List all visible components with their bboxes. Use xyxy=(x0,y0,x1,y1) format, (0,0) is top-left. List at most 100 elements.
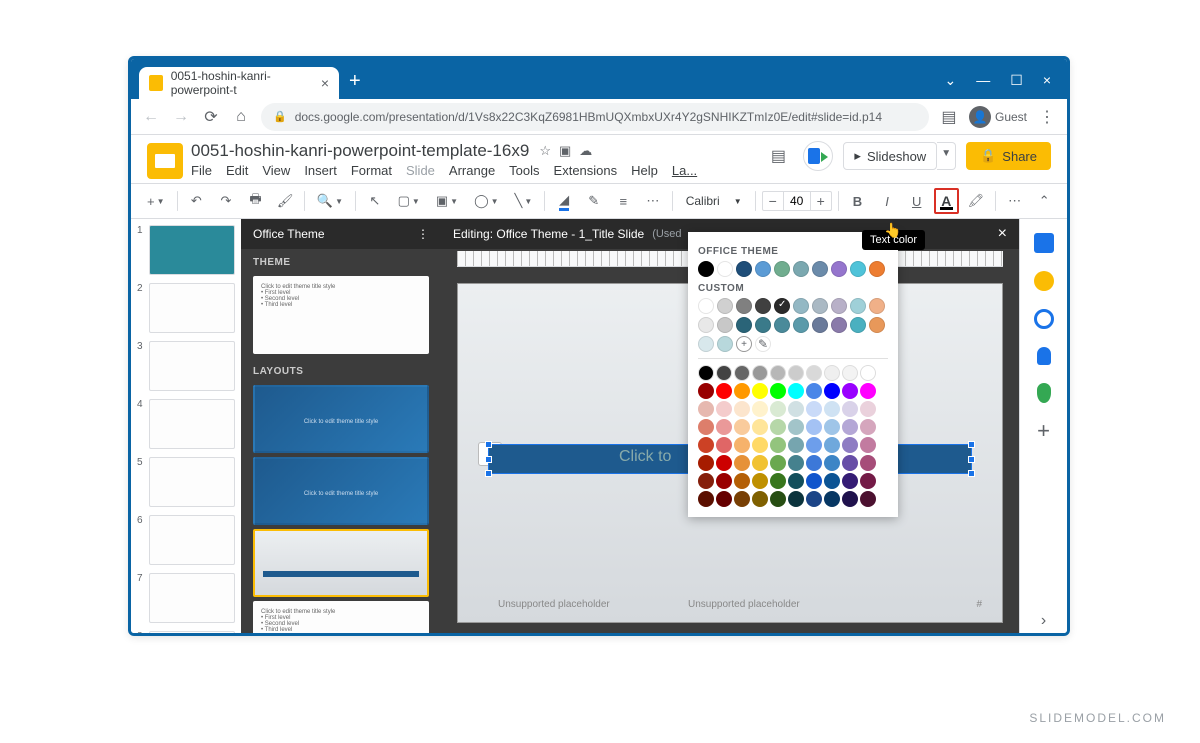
color-swatch[interactable] xyxy=(698,401,714,417)
color-swatch[interactable] xyxy=(698,261,714,277)
add-custom-color-button[interactable]: + xyxy=(736,336,752,352)
keep-addon-icon[interactable] xyxy=(1034,271,1054,291)
text-color-button[interactable]: A xyxy=(934,188,960,214)
color-swatch[interactable] xyxy=(698,298,714,314)
color-swatch[interactable] xyxy=(774,317,790,333)
color-swatch[interactable] xyxy=(842,491,858,507)
color-swatch[interactable] xyxy=(806,419,822,435)
italic-button[interactable]: I xyxy=(874,188,900,214)
color-swatch[interactable] xyxy=(717,261,733,277)
color-swatch[interactable] xyxy=(716,365,732,381)
hide-sidepanel-button[interactable]: › xyxy=(1034,611,1054,631)
cloud-status-icon[interactable]: ☁ xyxy=(579,143,592,159)
select-tool[interactable]: ↖ xyxy=(362,188,388,214)
color-swatch[interactable] xyxy=(770,437,786,453)
color-swatch[interactable] xyxy=(788,491,804,507)
theme-master-thumb[interactable]: Click to edit theme title style • First … xyxy=(253,276,429,354)
color-swatch[interactable] xyxy=(698,336,714,352)
color-swatch[interactable] xyxy=(752,383,768,399)
reload-button[interactable]: ⟳ xyxy=(201,107,221,127)
color-swatch[interactable] xyxy=(752,401,768,417)
minimize-icon[interactable]: — xyxy=(976,72,990,89)
color-swatch[interactable] xyxy=(812,298,828,314)
color-swatch[interactable] xyxy=(842,383,858,399)
redo-button[interactable]: ↷ xyxy=(213,188,239,214)
comment-history-icon[interactable]: ▤ xyxy=(763,141,793,171)
menu-arrange[interactable]: Arrange xyxy=(449,163,495,178)
border-weight-button[interactable]: ≡ xyxy=(611,188,637,214)
color-swatch[interactable] xyxy=(806,455,822,471)
menu-file[interactable]: File xyxy=(191,163,212,178)
color-swatch[interactable] xyxy=(812,261,828,277)
font-size-value[interactable]: 40 xyxy=(783,192,811,210)
color-swatch[interactable] xyxy=(788,437,804,453)
layout-thumb-selected[interactable] xyxy=(253,529,429,597)
color-swatch[interactable] xyxy=(824,473,840,489)
color-swatch[interactable] xyxy=(860,455,876,471)
color-swatch[interactable] xyxy=(734,437,750,453)
color-swatch[interactable] xyxy=(860,401,876,417)
color-swatch[interactable] xyxy=(850,298,866,314)
font-family-select[interactable]: Calibri ▼ xyxy=(679,191,749,211)
more-options-button[interactable]: ⋯ xyxy=(1002,188,1028,214)
color-swatch[interactable] xyxy=(788,473,804,489)
document-title[interactable]: 0051-hoshin-kanri-powerpoint-template-16… xyxy=(191,141,529,161)
color-swatch[interactable] xyxy=(770,419,786,435)
color-swatch[interactable] xyxy=(698,383,714,399)
color-swatch[interactable] xyxy=(788,419,804,435)
color-swatch[interactable] xyxy=(698,419,714,435)
color-swatch[interactable] xyxy=(734,491,750,507)
color-swatch[interactable] xyxy=(824,419,840,435)
star-icon[interactable]: ☆ xyxy=(539,143,551,159)
underline-button[interactable]: U xyxy=(904,188,930,214)
color-swatch[interactable] xyxy=(831,261,847,277)
color-swatch[interactable] xyxy=(716,473,732,489)
color-swatch[interactable] xyxy=(806,401,822,417)
color-swatch[interactable] xyxy=(698,455,714,471)
border-color-button[interactable]: ✎ xyxy=(581,188,607,214)
slide-thumbnail[interactable] xyxy=(149,225,235,275)
color-swatch[interactable] xyxy=(716,491,732,507)
new-tab-button[interactable]: + xyxy=(349,70,361,93)
color-swatch[interactable] xyxy=(869,261,885,277)
slides-logo-icon[interactable] xyxy=(147,143,183,179)
color-swatch[interactable] xyxy=(734,401,750,417)
color-swatch[interactable] xyxy=(806,491,822,507)
tasks-addon-icon[interactable] xyxy=(1034,309,1054,329)
move-icon[interactable]: ▣ xyxy=(559,143,571,159)
slide-thumbnail[interactable] xyxy=(149,631,235,636)
color-swatch[interactable] xyxy=(788,401,804,417)
font-size-increase[interactable]: + xyxy=(811,193,831,209)
browser-tab[interactable]: 0051-hoshin-kanri-powerpoint-t × xyxy=(139,67,339,99)
border-dash-button[interactable]: ⋯ xyxy=(640,188,666,214)
menu-help[interactable]: Help xyxy=(631,163,658,178)
color-swatch[interactable] xyxy=(734,365,750,381)
color-swatch[interactable] xyxy=(824,401,840,417)
fill-color-button[interactable]: ◢ xyxy=(551,188,577,214)
color-swatch[interactable] xyxy=(752,491,768,507)
color-swatch[interactable] xyxy=(842,365,858,381)
theme-options-icon[interactable]: ⋮ xyxy=(417,227,429,241)
undo-button[interactable]: ↶ xyxy=(184,188,210,214)
color-swatch[interactable] xyxy=(698,473,714,489)
color-swatch[interactable] xyxy=(734,455,750,471)
color-swatch[interactable] xyxy=(788,455,804,471)
color-swatch[interactable] xyxy=(717,317,733,333)
slideshow-dropdown[interactable]: ▼ xyxy=(937,142,956,170)
color-swatch[interactable] xyxy=(698,365,714,381)
color-swatch[interactable] xyxy=(774,261,790,277)
color-swatch[interactable] xyxy=(860,491,876,507)
color-swatch[interactable] xyxy=(716,383,732,399)
share-button[interactable]: 🔒 Share xyxy=(966,142,1051,170)
print-button[interactable]: 🖶 xyxy=(243,188,269,214)
color-swatch[interactable] xyxy=(716,419,732,435)
menu-view[interactable]: View xyxy=(262,163,290,178)
eyedropper-button[interactable]: ✎ xyxy=(755,336,771,352)
color-swatch[interactable] xyxy=(717,298,733,314)
slide-thumbnail[interactable] xyxy=(149,515,235,565)
color-swatch[interactable] xyxy=(860,473,876,489)
color-swatch[interactable] xyxy=(755,317,771,333)
color-swatch[interactable] xyxy=(806,383,822,399)
color-swatch[interactable] xyxy=(869,298,885,314)
color-swatch[interactable] xyxy=(806,473,822,489)
